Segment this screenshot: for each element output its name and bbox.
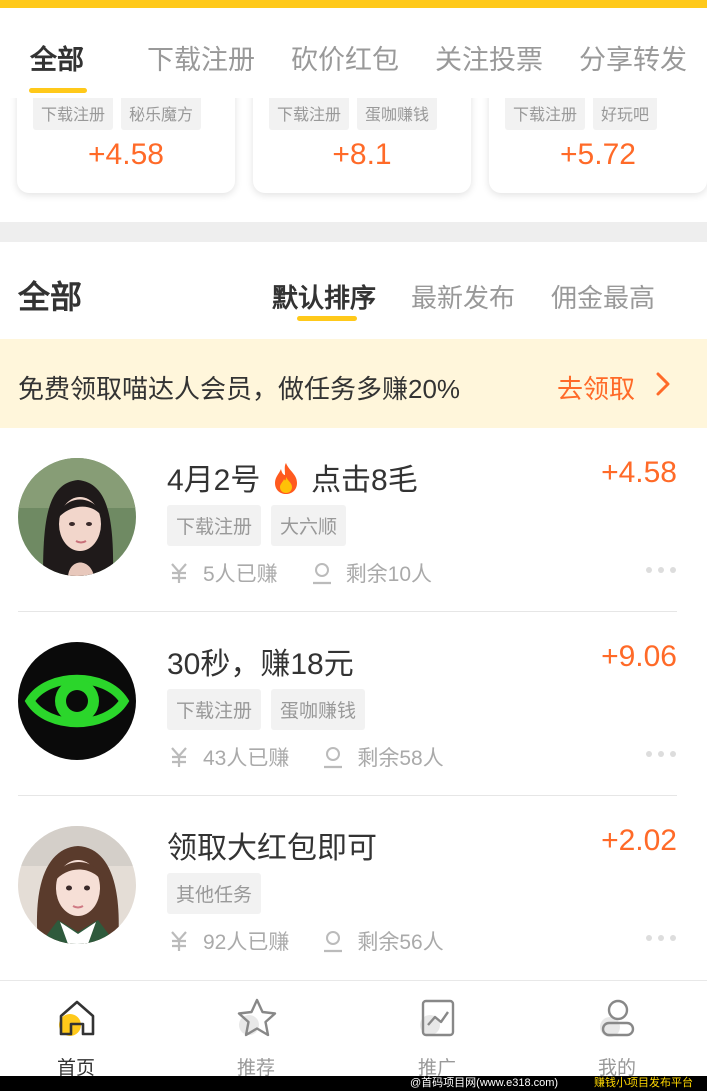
task-title: 30秒，赚18元 xyxy=(167,648,354,681)
more-icon[interactable] xyxy=(645,750,677,758)
task-item[interactable]: 领取大红包即可 +2.02 其他任务 92人已赚 剩余56人 xyxy=(0,796,707,980)
category-tabs: 全部 下载注册 砍价红包 关注投票 分享转发 xyxy=(0,8,707,98)
watermark-site: @首码项目网(www.e318.com) xyxy=(410,1077,559,1089)
task-title: 领取大红包即可 xyxy=(167,832,377,865)
top-accent-bar xyxy=(0,0,707,8)
task-tag: 秘乐魔方 xyxy=(121,98,202,130)
chart-icon xyxy=(420,999,455,1037)
tab-follow-vote[interactable]: 关注投票 xyxy=(435,38,543,77)
task-tag: 下载注册 xyxy=(269,98,350,130)
chevron-right-icon xyxy=(656,372,670,396)
task-tag: 下载注册 xyxy=(167,689,262,730)
nav-home[interactable]: 首页 xyxy=(16,981,136,1081)
watermark-slogan: 赚钱小项目发布平台 xyxy=(594,1077,693,1089)
featured-card[interactable]: 下载注册 好玩吧 +5.72 xyxy=(489,98,707,193)
banner-text: 免费领取喵达人会员，做任务多赚20% xyxy=(18,374,461,404)
featured-cards: 下载注册 秘乐魔方 +4.58 下载注册 蛋咖赚钱 +8.1 下载注册 好玩吧 … xyxy=(0,98,707,222)
task-item[interactable]: 4月2号 点击8毛 +4.58 下载注册 大六顺 5人已赚 剩余10人 xyxy=(0,428,707,612)
tab-all[interactable]: 全部 xyxy=(30,38,84,77)
featured-card[interactable]: 下载注册 蛋咖赚钱 +8.1 xyxy=(253,98,471,193)
claim-button[interactable]: 去领取 xyxy=(557,369,635,406)
task-tag: 大六顺 xyxy=(271,505,347,546)
list-header: 全部 默认排序 最新发布 佣金最高 xyxy=(0,242,707,339)
home-icon xyxy=(59,1000,95,1036)
earned-count: 92人已赚 xyxy=(203,931,290,954)
task-tag: 其他任务 xyxy=(167,873,262,914)
earned-count: 5人已赚 xyxy=(203,563,278,586)
nav-recommend[interactable]: 推荐 xyxy=(196,981,316,1081)
avatar xyxy=(18,458,136,576)
person-icon xyxy=(312,563,331,585)
tab-share-forward[interactable]: 分享转发 xyxy=(579,38,687,77)
sort-highest-commission[interactable]: 佣金最高 xyxy=(551,278,655,315)
remaining-count: 剩余56人 xyxy=(357,931,444,954)
person-icon xyxy=(324,747,343,769)
task-reward: +2.02 xyxy=(601,824,677,857)
nav-mine[interactable]: 我的 xyxy=(557,981,677,1081)
task-title: 4月2号 点击8毛 xyxy=(167,455,418,499)
task-tag: 下载注册 xyxy=(505,98,586,130)
person-icon xyxy=(324,931,343,953)
task-tag: 蛋咖赚钱 xyxy=(271,689,366,730)
featured-reward: +4.58 xyxy=(88,138,164,171)
yuan-icon xyxy=(171,931,187,951)
active-sort-indicator xyxy=(297,316,357,321)
nav-promote[interactable]: 推广 xyxy=(377,981,497,1081)
task-tag: 下载注册 xyxy=(167,505,262,546)
avatar xyxy=(18,642,136,760)
remaining-count: 剩余58人 xyxy=(357,747,444,770)
yuan-icon xyxy=(171,747,187,767)
fire-icon xyxy=(274,463,297,494)
section-divider xyxy=(0,222,707,242)
watermark-strip: @首码项目网(www.e318.com) 赚钱小项目发布平台 xyxy=(0,1076,707,1091)
star-icon xyxy=(237,998,277,1037)
featured-reward: +5.72 xyxy=(560,138,636,171)
task-reward: +9.06 xyxy=(601,640,677,673)
list-title: 全部 xyxy=(18,279,83,315)
task-tag: 下载注册 xyxy=(33,98,114,130)
remaining-count: 剩余10人 xyxy=(345,563,433,586)
featured-card[interactable]: 下载注册 秘乐魔方 +4.58 xyxy=(17,98,235,193)
tab-download-register[interactable]: 下载注册 xyxy=(147,38,255,77)
featured-reward: +8.1 xyxy=(332,138,392,171)
task-tag: 好玩吧 xyxy=(593,98,658,130)
active-tab-indicator xyxy=(29,88,87,93)
sort-default[interactable]: 默认排序 xyxy=(272,278,376,315)
sort-newest[interactable]: 最新发布 xyxy=(411,278,515,315)
eye-logo-icon xyxy=(18,642,136,760)
membership-banner[interactable]: 免费领取喵达人会员，做任务多赚20% 去领取 xyxy=(0,339,707,428)
earned-count: 43人已赚 xyxy=(203,747,290,770)
avatar xyxy=(18,826,136,944)
user-icon xyxy=(600,999,635,1037)
task-tag: 蛋咖赚钱 xyxy=(357,98,438,130)
bottom-nav: 首页 推荐 推广 我的 xyxy=(0,980,707,1080)
more-icon[interactable] xyxy=(645,934,677,942)
task-reward: +4.58 xyxy=(601,456,677,489)
tab-bargain-redpacket[interactable]: 砍价红包 xyxy=(291,38,399,77)
yuan-icon xyxy=(171,563,187,583)
more-icon[interactable] xyxy=(645,566,677,574)
task-item[interactable]: 30秒，赚18元 +9.06 下载注册 蛋咖赚钱 43人已赚 剩余58人 xyxy=(0,612,707,796)
